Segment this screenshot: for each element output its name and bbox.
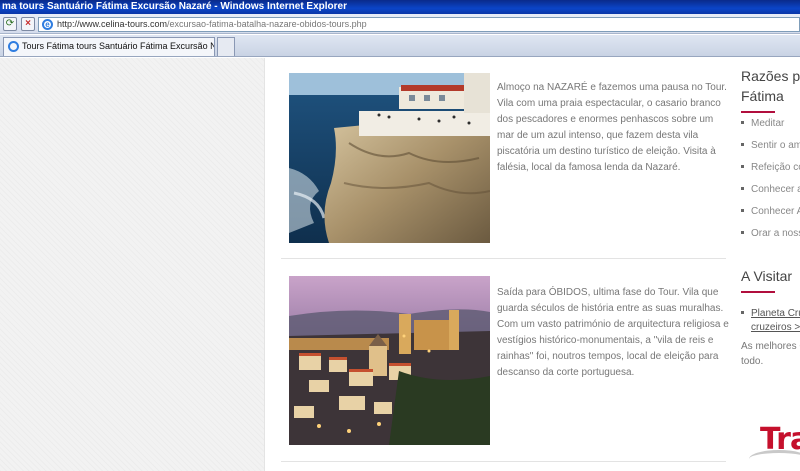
sidebar-title-underline [741,111,775,113]
obidos-photo [289,276,490,445]
visit-description: As melhores C todo. [741,341,800,367]
address-input[interactable]: e http://www.celina-tours.com/excursao-fa… [38,17,800,32]
visit-title: A Visitar [741,268,793,284]
logo-swoosh [749,450,800,468]
visit-link-line1[interactable]: Planeta Cru [751,308,800,319]
visit-title-underline [741,291,775,293]
list-item[interactable]: Conhecer a [741,183,800,205]
sidebar-title-line1: Razões pa [741,68,800,84]
tab-strip: Tours Fátima tours Santuário Fátima Excu… [0,35,800,57]
new-tab-button[interactable] [217,37,235,56]
bullet-icon [741,310,744,314]
tab-active[interactable]: Tours Fátima tours Santuário Fátima Excu… [3,37,215,56]
bullet-icon [741,186,744,190]
list-item[interactable]: Orar a noss [741,227,800,249]
bullet-icon [741,142,744,146]
stop-icon[interactable]: × [21,17,35,31]
list-item[interactable]: Sentir o amb [741,139,800,161]
url-path: /excursao-fatima-batalha-nazare-obidos-t… [167,19,367,29]
visit-link[interactable]: Planeta Cru cruzeiros > [741,307,800,335]
bullet-icon [741,120,744,124]
tab-label: Tours Fátima tours Santuário Fátima Excu… [22,41,214,51]
list-item[interactable]: Refeição co [741,161,800,183]
bullet-icon [741,164,744,168]
list-item[interactable]: Conhecer Al [741,205,800,227]
tour-entry-nazare: Almoço na NAZARÉ e fazemos uma pausa no … [281,63,727,259]
address-bar: ⟳ × e http://www.celina-tours.com/excursa… [0,14,800,34]
ie-icon: e [42,19,53,30]
refresh-icon[interactable]: ⟳ [3,17,17,31]
url-host: http://www.celina-tours.com [57,19,168,29]
reasons-list: Meditar Sentir o amb Refeição co Conhece… [741,117,800,249]
bullet-icon [741,208,744,212]
sidebar-title-line2: Fátima [741,88,784,104]
list-item[interactable]: Meditar [741,117,800,139]
window-title: ma tours Santuário Fátima Excursão Nazar… [0,0,800,14]
obidos-description: Saída para ÓBIDOS, ultima fase do Tour. … [497,287,729,378]
nazare-photo [289,73,490,243]
web-page: Almoço na NAZARÉ e fazemos uma pausa no … [0,58,800,471]
ie-favicon-icon [8,41,19,52]
nazare-description: Almoço na NAZARÉ e fazemos uma pausa no … [497,82,727,173]
sidebar: Razões pa Fátima Meditar Sentir o amb Re… [735,58,800,471]
tour-entry-obidos: Saída para ÓBIDOS, ultima fase do Tour. … [281,262,729,462]
visit-link-line2[interactable]: cruzeiros > [751,322,800,333]
left-background [0,58,265,471]
bullet-icon [741,230,744,234]
